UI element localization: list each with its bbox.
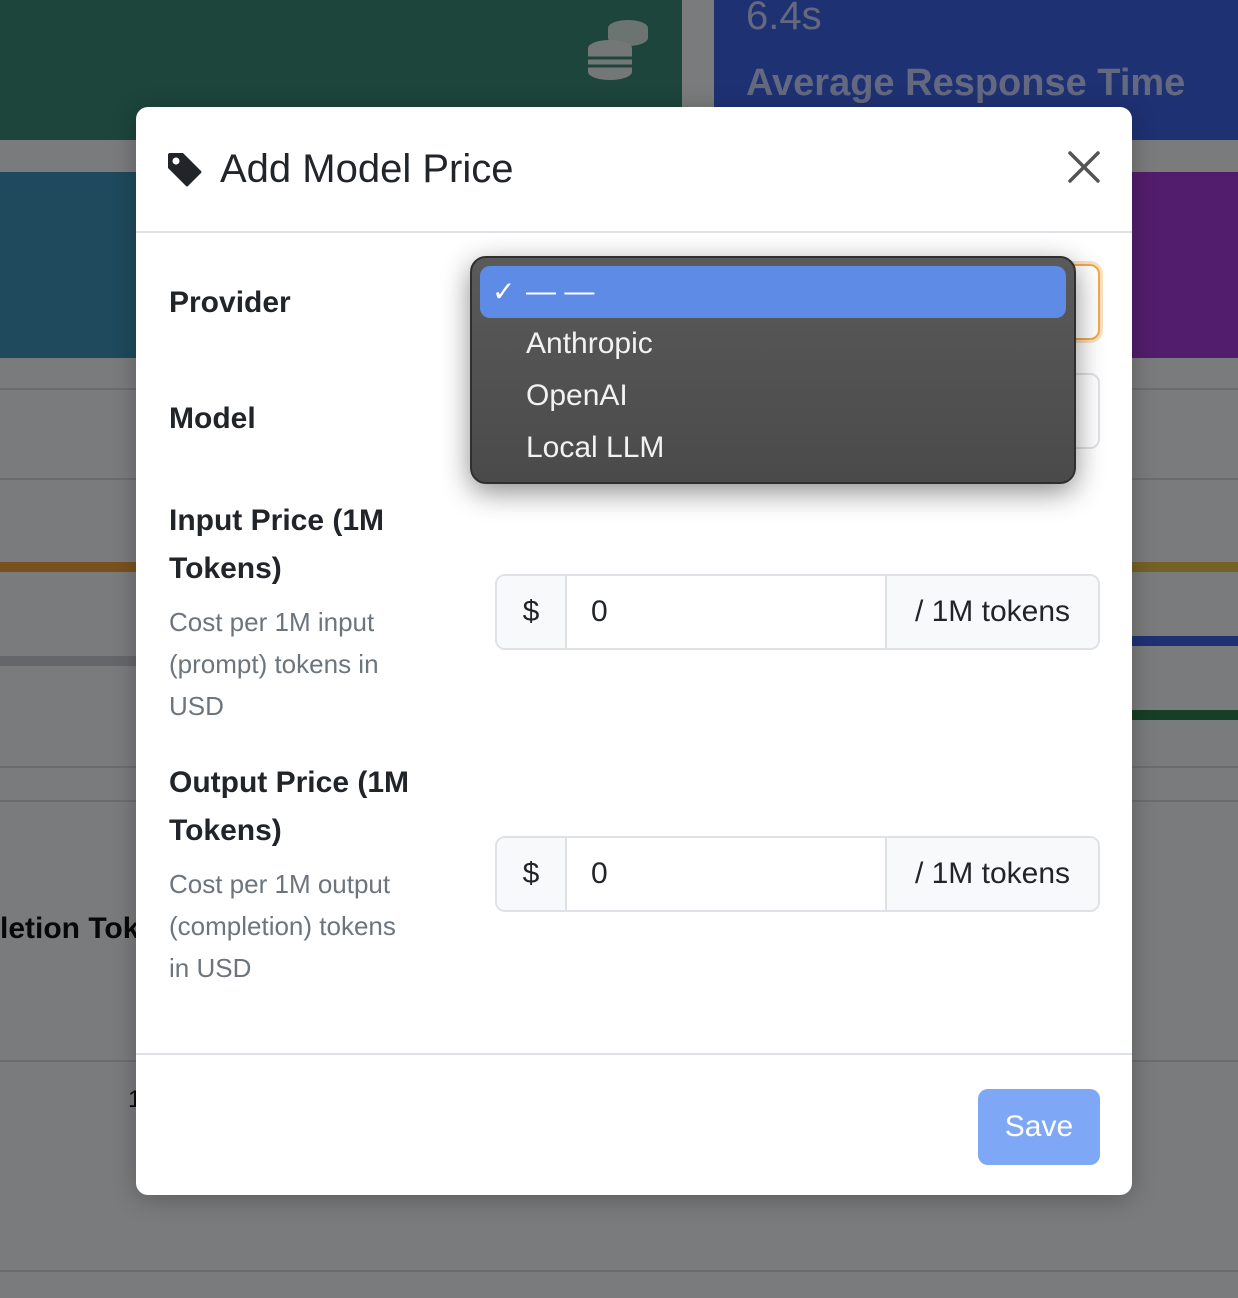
dropdown-option-anthropic[interactable]: Anthropic	[480, 318, 1066, 370]
modal-footer: Save	[136, 1053, 1132, 1195]
modal-header: Add Model Price	[136, 107, 1132, 233]
output-price-help: Cost per 1M output (completion) tokens i…	[169, 863, 396, 989]
dollar-prefix: $	[497, 838, 567, 910]
option-label: Local LLM	[526, 431, 665, 464]
output-price-help-line: (completion) tokens	[169, 911, 396, 941]
input-price-help-line: Cost per 1M input	[169, 607, 375, 637]
output-price-label-line: Output Price (1M	[169, 766, 410, 799]
checkmark-icon: ✓	[492, 276, 516, 307]
modal-title: Add Model Price	[220, 147, 514, 191]
input-price-label-line: Input Price (1M	[169, 504, 385, 537]
close-icon[interactable]	[1062, 145, 1106, 189]
output-price-label: Output Price (1M Tokens)	[169, 759, 409, 855]
input-price-label-line: Tokens)	[169, 552, 282, 585]
input-price-label: Input Price (1M Tokens)	[169, 497, 384, 593]
input-price-field[interactable]	[567, 576, 887, 648]
input-price-help-line: (prompt) tokens in	[169, 649, 379, 679]
input-price-help-line: USD	[169, 691, 224, 721]
input-price-help: Cost per 1M input (prompt) tokens in USD	[169, 601, 379, 727]
option-label: Anthropic	[526, 327, 653, 360]
provider-label: Provider	[169, 286, 291, 319]
per-tokens-suffix: / 1M tokens	[887, 838, 1098, 910]
input-price-group: $ / 1M tokens	[495, 574, 1100, 650]
option-label: — —	[526, 275, 595, 308]
dropdown-option-local-llm[interactable]: Local LLM	[480, 422, 1066, 474]
model-label: Model	[169, 402, 256, 435]
option-label: OpenAI	[526, 379, 628, 412]
provider-dropdown-menu: ✓ — — Anthropic OpenAI Local LLM	[470, 256, 1076, 484]
tag-icon	[168, 153, 202, 187]
output-price-help-line: Cost per 1M output	[169, 869, 391, 899]
dropdown-option-openai[interactable]: OpenAI	[480, 370, 1066, 422]
save-button[interactable]: Save	[978, 1089, 1100, 1165]
output-price-field[interactable]	[567, 838, 887, 910]
per-tokens-suffix: / 1M tokens	[887, 576, 1098, 648]
dollar-prefix: $	[497, 576, 567, 648]
output-price-help-line: in USD	[169, 953, 252, 983]
dropdown-option-none[interactable]: ✓ — —	[480, 266, 1066, 318]
output-price-group: $ / 1M tokens	[495, 836, 1100, 912]
output-price-label-line: Tokens)	[169, 814, 282, 847]
